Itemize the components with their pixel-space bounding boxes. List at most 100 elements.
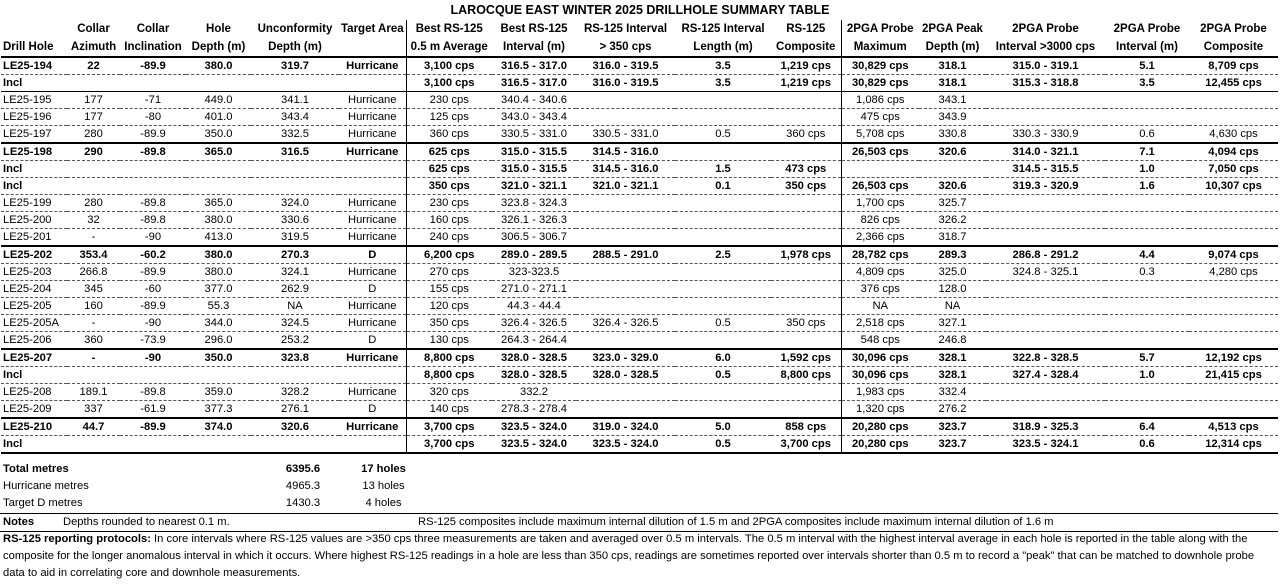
table-cell: 328.1 [919,348,986,367]
table-cell [67,74,120,92]
table-cell [576,280,675,298]
table-cell: 0.5 [675,366,771,384]
table-cell: 290 [67,142,120,161]
table-cell: 22 [67,56,120,75]
table-cell: 328.0 - 328.5 [576,366,675,384]
table-cell: 0.1 [675,177,771,195]
table-cell: 315.0 - 319.1 [986,56,1105,75]
table-cell: 4,630 cps [1189,125,1278,144]
table-cell [251,366,339,384]
column-header: Depth (m) [251,38,339,58]
table-cell: 44.7 [67,417,120,436]
table-cell: 350 cps [406,314,492,332]
table-cell: 3.5 [1105,74,1189,92]
table-cell: 323.5 - 324.0 [492,417,576,436]
header-row: Collar Collar Hole Unconformity Target Area B… [1,20,1278,38]
table-cell: 325.7 [919,194,986,212]
table-cell: 353.4 [67,245,120,264]
table-cell: 306.5 - 306.7 [492,228,576,247]
table-cell: 6.4 [1105,417,1189,436]
table-cell: -60 [120,280,186,298]
table-cell: 319.3 - 320.9 [986,177,1105,195]
table-cell: 321.0 - 321.1 [492,177,576,195]
table-cell: 315.3 - 318.8 [986,74,1105,92]
table-cell: 365.0 [186,194,251,212]
table-cell: 323.8 - 324.3 [492,194,576,212]
table-cell: 316.5 [251,142,339,161]
table-cell: Hurricane [339,348,407,367]
table-cell: 6,200 cps [406,245,492,264]
table-cell [1189,228,1278,247]
table-cell [771,228,842,247]
table-cell: 7.1 [1105,142,1189,161]
table-cell: Incl [1,366,67,384]
table-cell [771,263,842,281]
table-cell [67,177,120,195]
table-cell: 4,809 cps [841,263,919,281]
table-cell: LE25-204 [1,280,67,298]
column-header: Collar [136,23,170,35]
table-cell: 5.0 [675,417,771,436]
table-cell: LE25-208 [1,383,67,401]
table-cell: 345 [67,280,120,298]
table-cell [986,280,1105,298]
table-cell: - [67,314,120,332]
table-cell [771,400,842,419]
notes-depths: Depths rounded to nearest 0.1 m. [63,516,230,528]
table-cell: 276.2 [919,400,986,419]
table-cell [1189,280,1278,298]
table-row: LE25-200 32 -89.8 380.0 330.6 Hurricane 160 cp… [1,211,1278,229]
table-cell: 128.0 [919,280,986,298]
table-cell: - [67,228,120,247]
table-cell [771,331,842,350]
table-cell [339,74,407,92]
table-cell: 320.6 [919,142,986,161]
table-cell: Incl [1,177,67,195]
table-cell: 1,983 cps [841,383,919,401]
table-cell: Hurricane [339,56,407,75]
table-cell: 315.0 - 315.5 [492,160,576,178]
table-cell: Hurricane [339,125,407,144]
table-cell [1105,383,1189,401]
table-cell: 264.3 - 264.4 [492,331,576,350]
table-cell [1189,331,1278,350]
table-cell: -89.9 [120,297,186,315]
table-cell: 377.3 [186,400,251,419]
table-cell: 548 cps [841,331,919,350]
table-cell [771,91,842,109]
table-cell: 343.9 [919,108,986,126]
table-cell: 343.1 [919,91,986,109]
table-cell: 344.0 [186,314,251,332]
column-header: Interval >3000 cps [986,38,1105,58]
table-cell [771,108,842,126]
table-cell: 8,800 cps [406,366,492,384]
table-cell [675,280,771,298]
table-cell [1189,400,1278,419]
table-cell: 341.1 [251,91,339,109]
table-cell: 240 cps [406,228,492,247]
table-row: LE25-209 337 -61.9 377.3 276.1 D 140 cps 278.3 … [1,400,1278,419]
table-cell: LE25-194 [1,56,67,75]
table-cell: LE25-199 [1,194,67,212]
column-header: Interval (m) [1105,38,1189,58]
totals-holes: 13 holes [362,479,405,492]
table-cell: 1.5 [675,160,771,178]
table-cell: LE25-209 [1,400,67,419]
table-cell: NA [919,297,986,315]
table-cell: 625 cps [406,142,492,161]
table-cell: - [67,348,120,367]
table-cell [576,211,675,229]
table-cell: 9,074 cps [1189,245,1278,264]
totals-row: Hurricane metres 4965.3 13 holes [3,478,423,495]
table-cell: 271.0 - 271.1 [492,280,576,298]
table-cell: 30,096 cps [841,366,919,384]
table-cell: 320 cps [406,383,492,401]
table-cell [576,383,675,401]
table-cell: 332.2 [492,383,576,401]
table-row: LE25-202 353.4 -60.2 380.0 270.3 D 6,200 cps 28… [1,245,1278,264]
table-cell: 360 [67,331,120,350]
column-header: RS-125 [771,20,842,38]
table-row: Incl 3,700 cps 323.5 - 324.0 323.5 - 324.0 0… [1,435,1278,454]
table-cell: 826 cps [841,211,919,229]
table-cell: 270.3 [251,245,339,264]
